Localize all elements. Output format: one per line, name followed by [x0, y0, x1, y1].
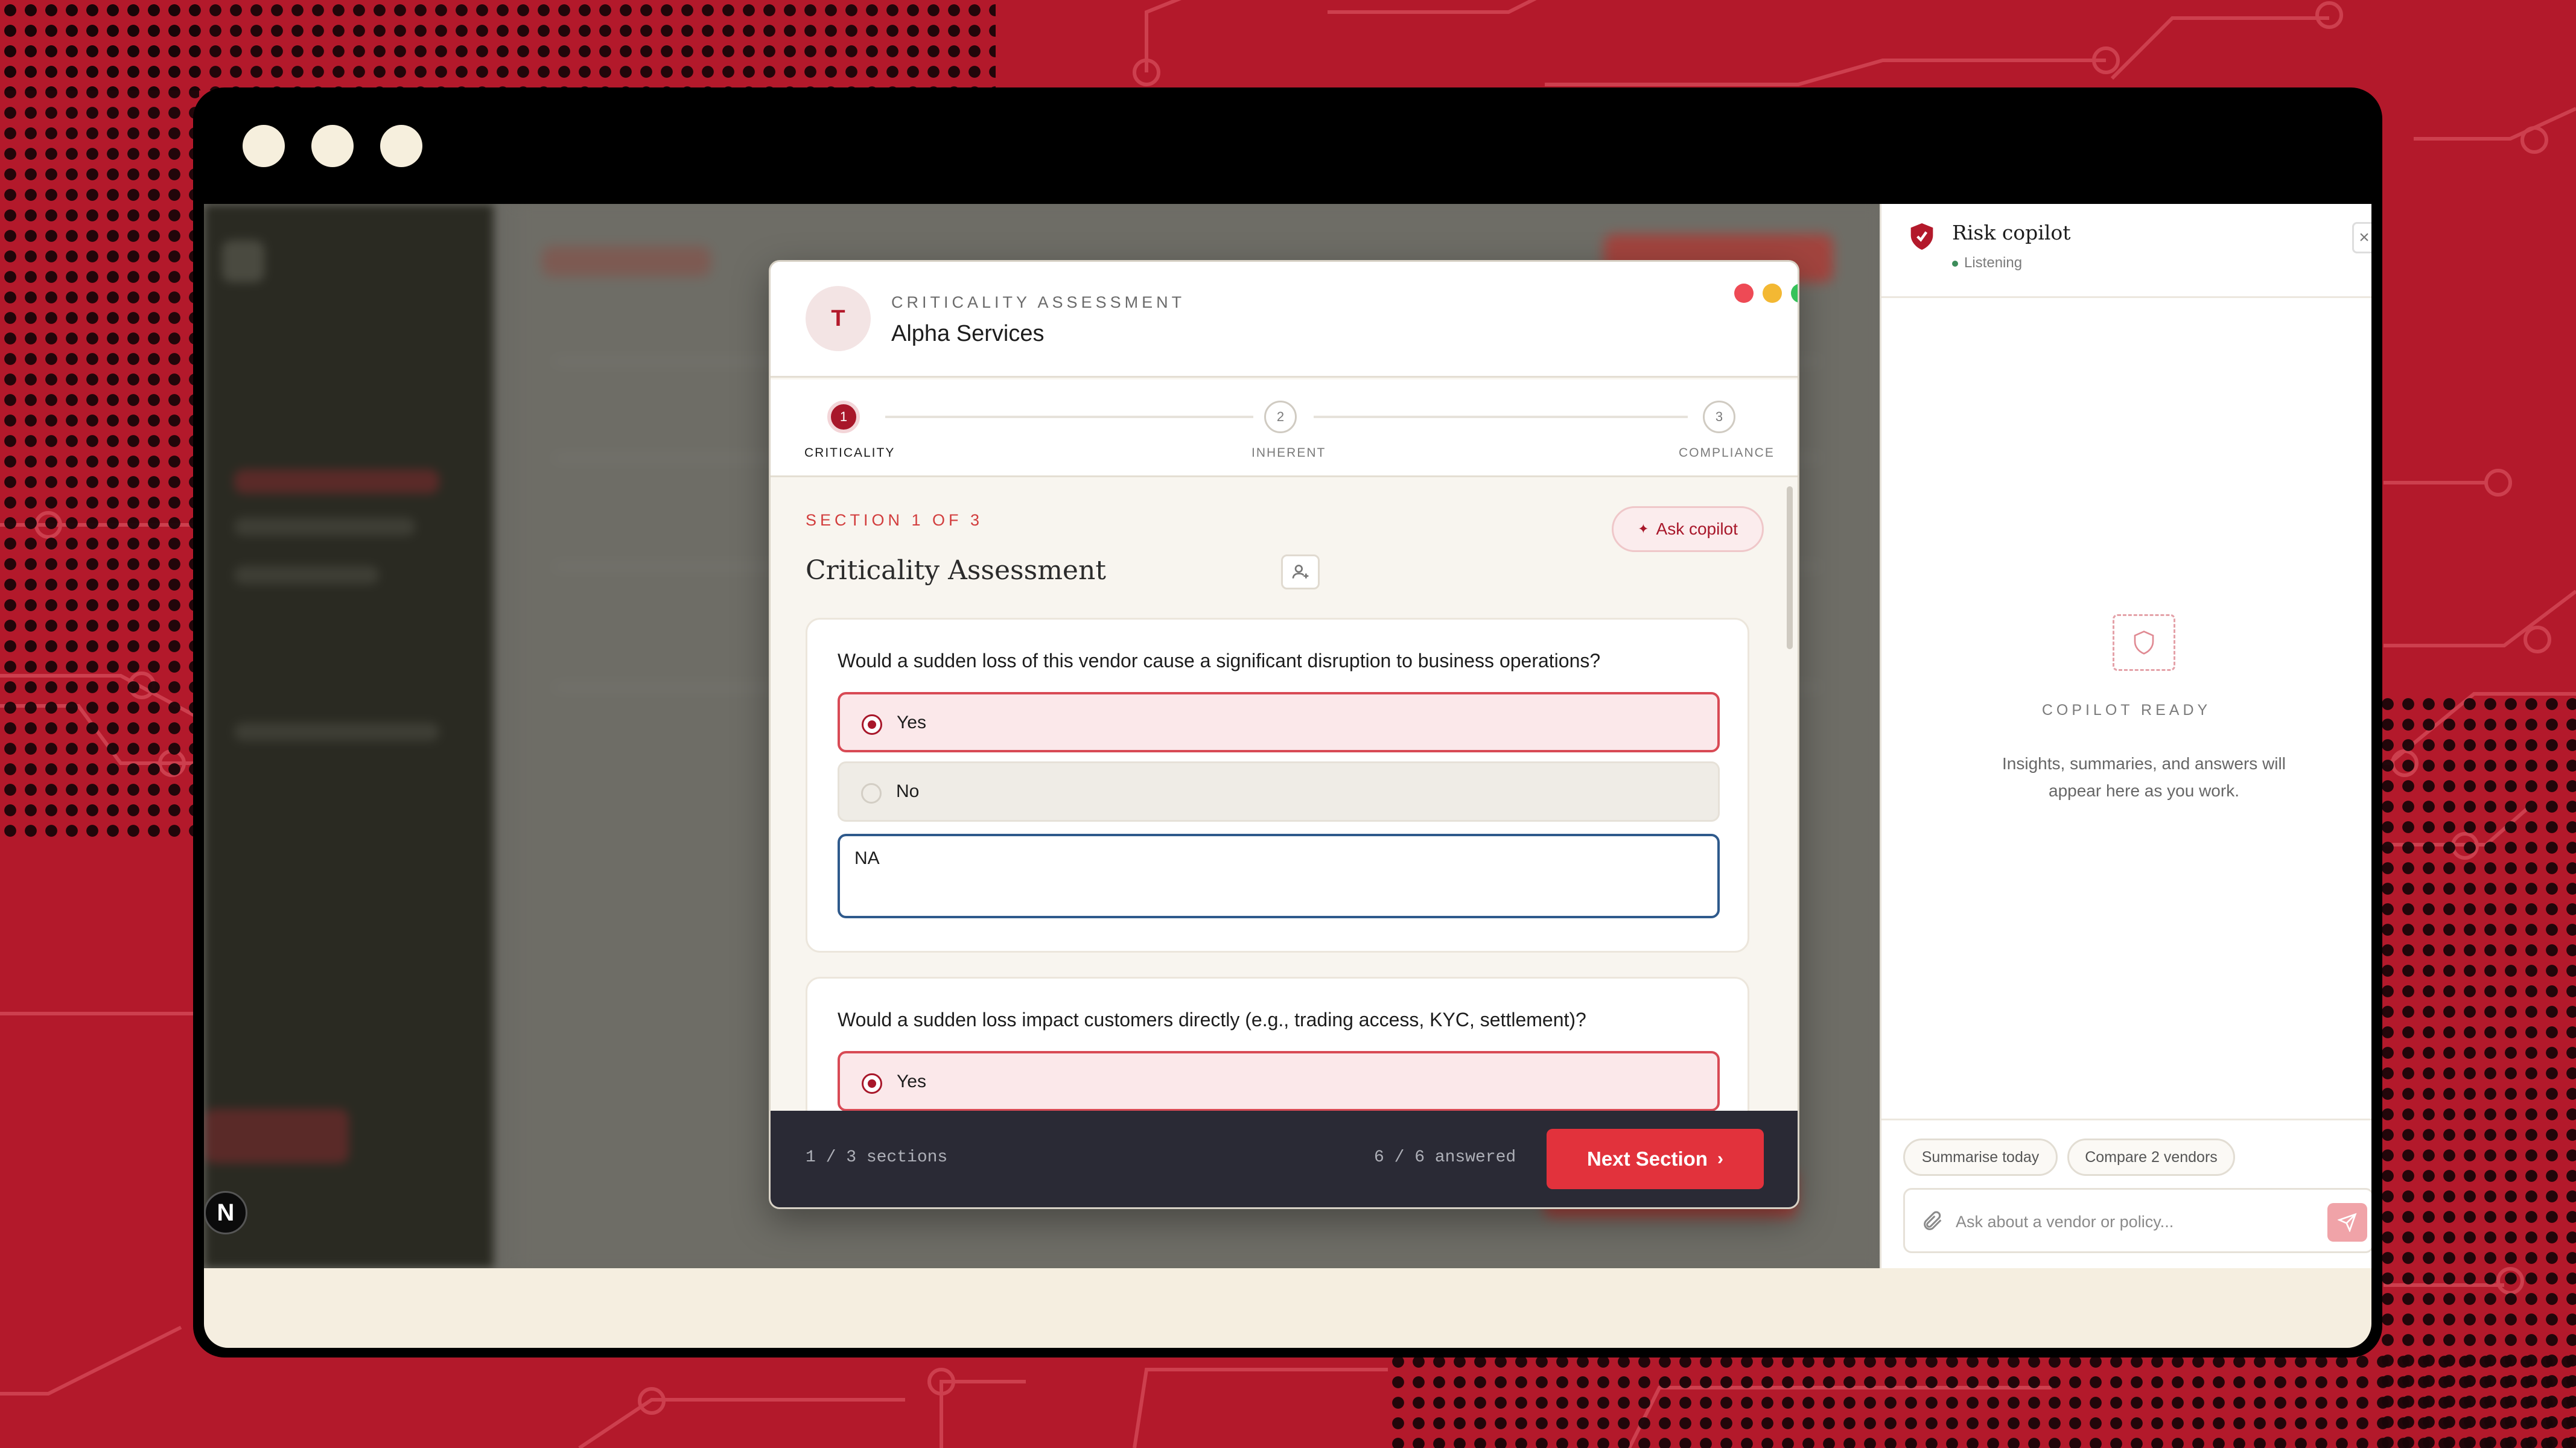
modal-footer: 1 / 3 sections 6 / 6 answered Next Secti… — [771, 1111, 1798, 1207]
section-kicker: SECTION 1 OF 3 — [806, 511, 984, 529]
send-icon — [2338, 1213, 2357, 1232]
copilot-header: Risk copilot Listening × — [1881, 204, 2371, 298]
radio-empty-icon — [861, 783, 882, 804]
modal-close-dot[interactable] — [1734, 284, 1754, 303]
copilot-status-label: Listening — [1964, 255, 2023, 271]
chevron-right-icon: › — [1717, 1149, 1723, 1169]
answered-count: 6 / 6 answered — [1374, 1148, 1516, 1167]
option-label: Yes — [897, 713, 926, 732]
window-maximize-dot[interactable] — [380, 125, 422, 167]
copilot-input-box — [1903, 1188, 2371, 1253]
copilot-description: Insights, summaries, and answers will ap… — [2002, 754, 2286, 800]
sections-progress: 1 / 3 sections — [806, 1148, 948, 1167]
modal-maximize-dot[interactable] — [1791, 284, 1798, 303]
copilot-input[interactable] — [1956, 1207, 2294, 1237]
step-2-circle[interactable]: 2 — [1264, 401, 1297, 433]
background-dots-bottom — [1388, 1351, 2576, 1448]
app-sidebar-blurred — [204, 204, 494, 1268]
copilot-status: Listening — [1952, 255, 2022, 272]
section-title: Criticality Assessment — [806, 555, 1106, 586]
vendor-name: Alpha Services — [891, 321, 1045, 346]
paperclip-icon[interactable] — [1921, 1208, 1945, 1234]
option-yes[interactable]: Yes — [838, 1051, 1720, 1111]
copilot-panel: Risk copilot Listening × COPILOT READY I… — [1880, 204, 2371, 1268]
sparkle-icon: ✦ — [1638, 521, 1649, 536]
next-section-button[interactable]: Next Section › — [1547, 1129, 1764, 1189]
option-yes[interactable]: Yes — [838, 692, 1720, 752]
browser-viewport: N T CRITICALITY ASSESSMENT Alpha Service… — [204, 204, 2371, 1348]
chip-compare-vendors[interactable]: Compare 2 vendors — [2067, 1138, 2235, 1176]
option-label: No — [896, 781, 920, 801]
step-1-circle[interactable]: 1 — [827, 401, 860, 433]
modal-scrollbar[interactable] — [1787, 486, 1793, 649]
send-button[interactable] — [2327, 1203, 2367, 1242]
modal-minimize-dot[interactable] — [1763, 284, 1782, 303]
background-dots-left — [0, 0, 199, 845]
option-label: Yes — [897, 1072, 926, 1091]
close-icon[interactable]: × — [2352, 222, 2371, 253]
step-connector — [1314, 416, 1688, 418]
step-3-label: COMPLIANCE — [1679, 446, 1775, 460]
status-dot-icon — [1952, 260, 1958, 267]
copilot-ready-label: COPILOT READY — [2041, 702, 2212, 719]
ask-copilot-button[interactable]: ✦ Ask copilot — [1612, 506, 1764, 552]
radio-selected-icon — [862, 1073, 882, 1094]
copilot-empty-icon — [2113, 614, 2175, 671]
step-connector — [885, 416, 1253, 418]
window-minimize-dot[interactable] — [311, 125, 354, 167]
user-plus-icon — [1292, 565, 1309, 579]
radio-selected-icon — [862, 714, 882, 735]
modal-header: T CRITICALITY ASSESSMENT Alpha Services — [771, 262, 1798, 378]
question-card: Would a sudden loss of this vendor cause… — [806, 618, 1749, 953]
assign-user-button[interactable] — [1281, 554, 1320, 589]
comment-textarea[interactable] — [838, 834, 1720, 918]
next-section-label: Next Section — [1587, 1148, 1708, 1170]
ask-copilot-label: Ask copilot — [1656, 519, 1738, 538]
window-close-dot[interactable] — [243, 125, 285, 167]
n-badge[interactable]: N — [204, 1191, 247, 1234]
modal-kicker: CRITICALITY ASSESSMENT — [891, 293, 1186, 311]
vendor-avatar: T — [806, 286, 871, 351]
question-text: Would a sudden loss of this vendor cause… — [838, 650, 1601, 672]
assessment-modal: T CRITICALITY ASSESSMENT Alpha Services … — [769, 260, 1799, 1209]
shield-outline-icon — [2134, 630, 2154, 655]
chip-summarise-today[interactable]: Summarise today — [1903, 1138, 2058, 1176]
copilot-title: Risk copilot — [1952, 221, 2071, 244]
step-3-circle[interactable]: 3 — [1703, 401, 1735, 433]
shield-icon — [1910, 223, 1933, 250]
background-dots-right — [2377, 694, 2576, 1448]
option-no[interactable]: No — [838, 761, 1720, 822]
step-2-label: INHERENT — [1251, 446, 1326, 460]
progress-stepper: 1 CRITICALITY 2 INHERENT 3 COMPLIANCE — [771, 379, 1798, 477]
step-1-label: CRITICALITY — [804, 446, 895, 460]
question-text: Would a sudden loss impact customers dir… — [838, 1009, 1586, 1030]
